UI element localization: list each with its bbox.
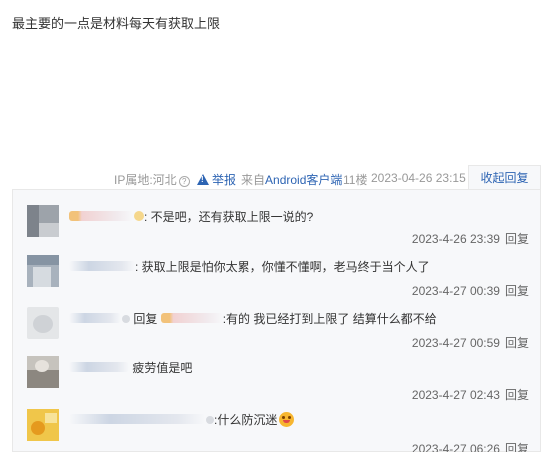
username-blurred[interactable] [69,313,121,323]
reply-line: 疲劳值是吧 [69,359,192,376]
floor-number: 11楼 [343,173,368,187]
reply-line: : 不是吧，还有获取上限一说的? [69,208,313,225]
list-item: 回复 :有的 我已经打到上限了 结算什么都不给 2023-4-27 00:59 回… [13,294,542,350]
reply-line: : 获取上限是怕你太累，你懂不懂啊，老马终于当个人了 [69,258,430,275]
reply-text: 疲劳值是吧 [132,361,193,375]
list-item: 疲劳值是吧 2023-4-27 02:43 回复 [13,346,542,402]
client-device-link[interactable]: Android客户端 [265,173,342,187]
user-badge-icon [134,211,144,221]
avatar[interactable] [27,205,59,237]
client-source-prefix: 来自 [241,173,266,187]
question-circle-icon[interactable]: ? [178,176,190,187]
ip-location-label: IP属地:河北 [114,173,177,187]
reply-meta: 2023-4-27 06:26 回复 [412,440,529,452]
reply-prefix: 回复 [133,312,158,326]
list-item: : 获取上限是怕你太累，你懂不懂啊，老马终于当个人了 2023-4-27 00:… [13,242,542,298]
ip-location: IP属地:河北? [114,171,190,188]
post-meta-row: IP属地:河北? 举报 来自Android客户端 11楼 2023-04-26 … [0,165,550,190]
post-content: 最主要的一点是材料每天有获取上限 [12,16,221,31]
list-item: :什么防沉迷 2023-4-27 06:26 回复 [13,398,542,452]
username-blurred[interactable] [69,362,129,372]
grinning-face-emoji [279,412,295,427]
warning-triangle-icon [197,174,209,185]
reply-list: : 不是吧，还有获取上限一说的? 2023-4-26 23:39 回复 : 获取上… [12,189,541,452]
avatar[interactable] [27,307,59,339]
reply-text: :有的 我已经打到上限了 结算什么都不给 [222,312,437,326]
username-blurred[interactable] [69,261,135,271]
client-source: 来自Android客户端 [241,171,342,188]
report-link[interactable]: 举报 [197,171,236,188]
avatar[interactable] [27,409,59,441]
post-time: 2023-04-26 23:15 [371,171,466,185]
user-badge-icon [122,315,130,323]
username-blurred[interactable] [69,211,133,221]
reply-target-blurred[interactable] [160,313,223,323]
reply-line: :什么防沉迷 [69,411,295,428]
avatar[interactable] [27,356,59,388]
reply-line: 回复 :有的 我已经打到上限了 结算什么都不给 [69,310,437,327]
reply-text: : 不是吧，还有获取上限一说的? [144,210,314,224]
reply-text: :什么防沉迷 [214,413,278,427]
user-badge-icon [206,416,214,424]
reply-time: 2023-4-27 06:26 [411,442,500,452]
username-blurred[interactable] [69,414,205,424]
report-label: 举报 [212,173,237,187]
list-item: : 不是吧，还有获取上限一说的? 2023-4-26 23:39 回复 [13,190,542,246]
reply-text: : 获取上限是怕你太累，你懂不懂啊，老马终于当个人了 [135,260,430,274]
collapse-replies-button[interactable]: 收起回复 [468,165,541,190]
avatar[interactable] [27,255,59,287]
reply-button[interactable]: 回复 [505,442,529,452]
